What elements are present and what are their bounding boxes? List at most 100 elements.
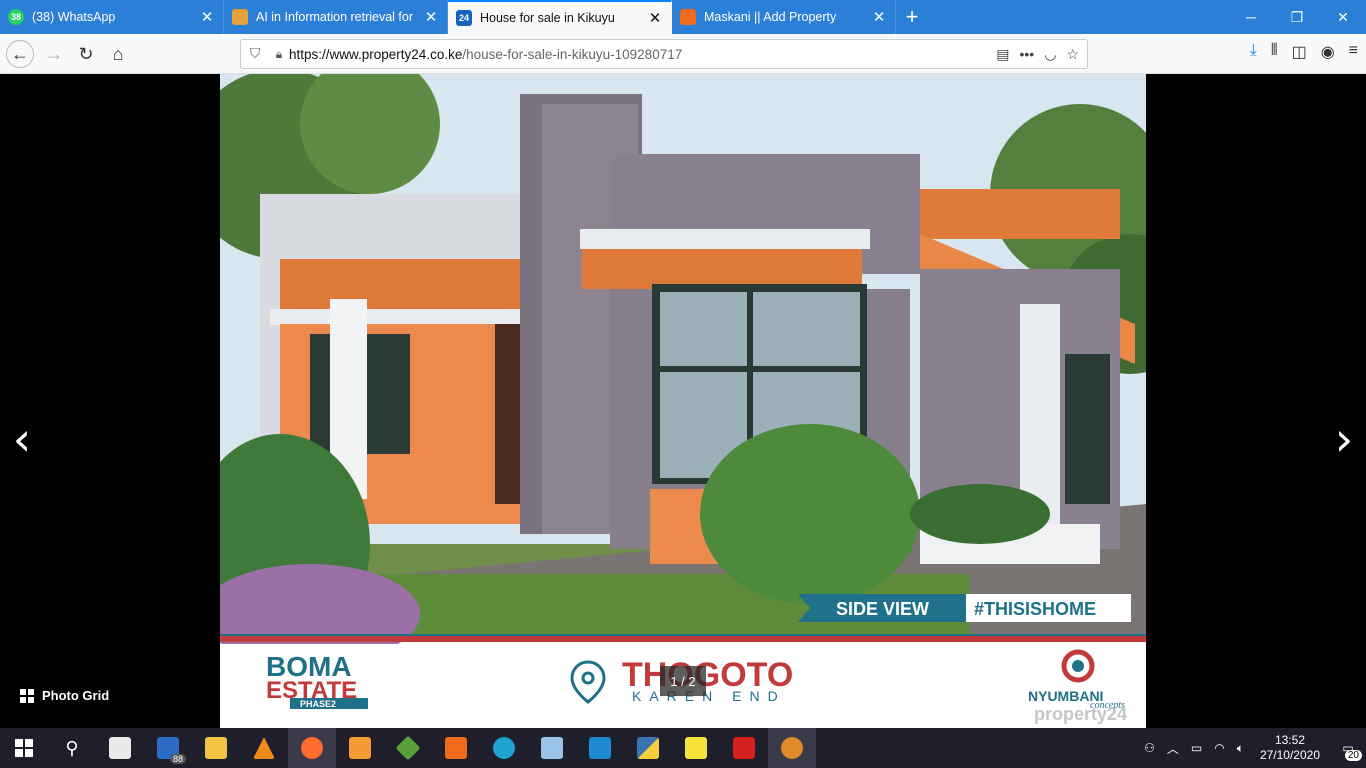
acrobat-icon <box>733 737 755 759</box>
reader-view-icon[interactable]: ▤ <box>996 46 1009 63</box>
url-text[interactable]: https://www.property24.co.ke/house-for-s… <box>289 47 996 62</box>
taskbar-sticky-notes[interactable] <box>672 728 720 768</box>
window-controls: ─ ❐ ✕ <box>1228 0 1366 34</box>
start-button[interactable] <box>0 728 48 768</box>
taskbar-python[interactable] <box>624 728 672 768</box>
photo-viewer: ‹ › SIDE VIEW #THISISHOME BOMA ESTATE PH… <box>0 74 1366 728</box>
taskbar-acrobat[interactable] <box>720 728 768 768</box>
tab-title: (38) WhatsApp <box>32 10 116 24</box>
tab-title: Maskani || Add Property <box>704 10 837 24</box>
navigation-bar: ← → ↻ ⌂ ⛉ 🔒︎ https://www.property24.co.k… <box>0 34 1366 74</box>
restore-icon[interactable]: ❐ <box>1274 0 1320 34</box>
show-hidden-icons-icon[interactable]: ︿ <box>1161 740 1185 757</box>
app-icon <box>781 737 803 759</box>
library-icon[interactable]: ⫴ <box>1271 42 1278 62</box>
vlc-icon <box>253 737 275 759</box>
tab-ai-retrieval[interactable]: AI in Information retrieval for M ✕ <box>224 0 448 34</box>
minimize-icon[interactable]: ─ <box>1228 0 1274 34</box>
taskbar-sublime[interactable] <box>336 728 384 768</box>
side-view-label: SIDE VIEW <box>836 599 929 619</box>
taskbar-edge[interactable] <box>480 728 528 768</box>
pocket-icon[interactable]: ◡ <box>1044 46 1056 63</box>
search-icon: ⚲ <box>65 737 79 758</box>
mail-badge: 88 <box>169 754 186 764</box>
back-button[interactable]: ← <box>6 40 34 68</box>
taskbar: ⚲ 88 ⚇ ︿ ▭ ◠ 🔈︎ 13:52 27/10/2020 ▭ 20 <box>0 728 1366 768</box>
clock-time: 13:52 <box>1274 733 1305 747</box>
battery-icon[interactable]: ▭ <box>1185 741 1208 755</box>
taskbar-xampp[interactable] <box>432 728 480 768</box>
menu-icon[interactable]: ≡ <box>1349 42 1358 62</box>
clock[interactable]: 13:52 27/10/2020 <box>1250 733 1330 763</box>
page-actions-icon[interactable]: ••• <box>1020 46 1035 63</box>
lock-icon[interactable]: 🔒︎ <box>269 47 289 62</box>
karen-end-text: KAREN END <box>632 688 786 704</box>
tracking-shield-icon[interactable]: ⛉ <box>241 46 269 62</box>
toolbar-icons: ⤓ ⫴ ◫ ◉ ≡ <box>1250 42 1358 62</box>
taskbar-file-explorer[interactable] <box>192 728 240 768</box>
taskbar-mail[interactable]: 88 <box>144 728 192 768</box>
forward-button[interactable]: → <box>40 40 68 68</box>
virtualbox-icon <box>541 737 563 759</box>
wifi-icon[interactable]: ◠ <box>1208 741 1230 755</box>
volume-icon[interactable]: 🔈︎ <box>1231 741 1250 756</box>
phase-text: PHASE2 <box>300 699 336 709</box>
downloads-icon[interactable]: ⤓ <box>1250 42 1257 62</box>
close-window-icon[interactable]: ✕ <box>1320 0 1366 34</box>
tab-house-for-sale[interactable]: 24 House for sale in Kikuyu ✕ <box>448 0 672 34</box>
close-tab-icon[interactable]: ✕ <box>871 8 887 26</box>
tab-maskani[interactable]: Maskani || Add Property ✕ <box>672 0 896 34</box>
next-photo-icon[interactable]: › <box>1324 414 1364 464</box>
store-icon <box>109 737 131 759</box>
close-tab-icon[interactable]: ✕ <box>647 9 663 27</box>
clock-date: 27/10/2020 <box>1259 748 1320 762</box>
url-bar[interactable]: ⛉ 🔒︎ https://www.property24.co.ke/house-… <box>240 39 1088 69</box>
account-icon[interactable]: ◉ <box>1321 42 1335 62</box>
tab-whatsapp[interactable]: 38 (38) WhatsApp ✕ <box>0 0 224 34</box>
sticky-notes-icon <box>685 737 707 759</box>
tab-strip: 38 (38) WhatsApp ✕ AI in Information ret… <box>0 0 1366 34</box>
property24-icon: 24 <box>456 10 472 26</box>
git-icon <box>395 735 421 761</box>
taskbar-firefox[interactable] <box>288 728 336 768</box>
home-button[interactable]: ⌂ <box>104 40 132 68</box>
sidebar-icon[interactable]: ◫ <box>1292 42 1307 62</box>
new-tab-button[interactable]: + <box>896 0 928 34</box>
people-icon[interactable]: ⚇ <box>1138 741 1161 755</box>
folder-icon <box>205 737 227 759</box>
taskbar-virtualbox[interactable] <box>528 728 576 768</box>
photo-grid-button[interactable]: Photo Grid <box>20 688 109 703</box>
house-photo: SIDE VIEW #THISISHOME BOMA ESTATE PHASE2… <box>220 74 1146 728</box>
action-center-button[interactable]: ▭ 20 <box>1330 741 1366 761</box>
xampp-icon <box>445 737 467 759</box>
close-tab-icon[interactable]: ✕ <box>423 8 439 26</box>
taskbar-git[interactable] <box>384 728 432 768</box>
reload-button[interactable]: ↻ <box>72 40 100 68</box>
hashtag-label: #THISISHOME <box>974 599 1096 619</box>
previous-photo-icon[interactable]: ‹ <box>2 414 42 464</box>
photo-grid-label: Photo Grid <box>42 688 110 703</box>
url-host: https://www.property24.co.ke <box>289 46 463 62</box>
sublime-icon <box>349 737 371 759</box>
taskbar-store[interactable] <box>96 728 144 768</box>
windows-icon <box>15 739 33 757</box>
research-site-icon <box>232 9 248 25</box>
edge-icon <box>493 737 515 759</box>
tab-title: House for sale in Kikuyu <box>480 11 615 25</box>
property24-watermark: property24 <box>1034 704 1127 724</box>
notification-count: 20 <box>1344 750 1362 761</box>
taskbar-vscode[interactable] <box>576 728 624 768</box>
whatsapp-icon: 38 <box>8 9 24 25</box>
system-tray: ⚇ ︿ ▭ ◠ 🔈︎ 13:52 27/10/2020 ▭ 20 <box>1138 728 1366 768</box>
grid-icon <box>20 688 34 703</box>
xampp-icon <box>680 9 696 25</box>
taskbar-vlc[interactable] <box>240 728 288 768</box>
bookmark-star-icon[interactable]: ☆ <box>1066 46 1079 63</box>
photo-counter: 1 / 2 <box>660 666 706 696</box>
python-icon <box>637 737 659 759</box>
close-tab-icon[interactable]: ✕ <box>199 8 215 26</box>
search-button[interactable]: ⚲ <box>48 728 96 768</box>
firefox-icon <box>301 737 323 759</box>
taskbar-app[interactable] <box>768 728 816 768</box>
vscode-icon <box>589 737 611 759</box>
